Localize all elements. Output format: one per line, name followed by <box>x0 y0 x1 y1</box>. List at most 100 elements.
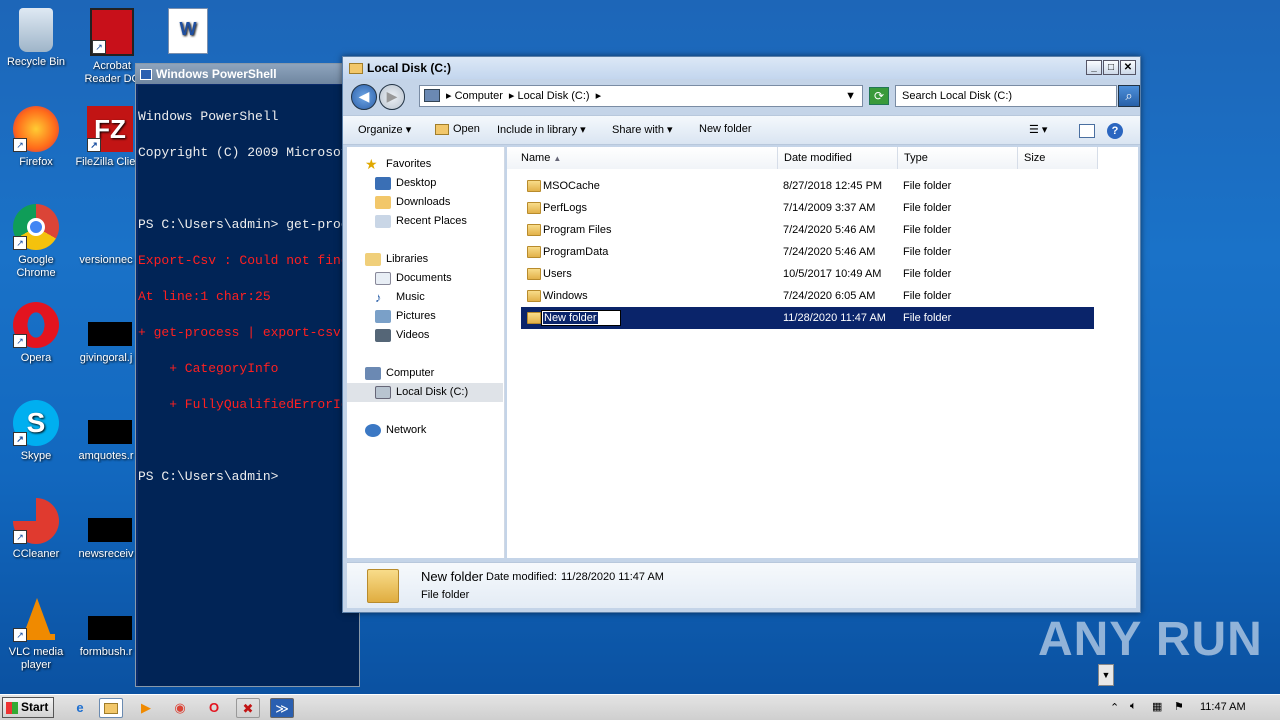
folder-icon <box>527 202 541 214</box>
breadcrumb-chevron-icon[interactable]: ▸ <box>446 90 455 102</box>
explorer-taskbar-icon[interactable] <box>99 698 123 718</box>
details-pane: New folder Date modified: 11/28/2020 11:… <box>347 562 1136 608</box>
view-options-icon[interactable]: ☰ ▾ <box>1029 123 1047 136</box>
file-row-selected[interactable]: New folder 11/28/2020 11:47 AM File folder <box>521 307 1094 329</box>
refresh-button[interactable]: ⟳ <box>869 87 889 105</box>
nav-network[interactable]: Network <box>365 421 521 440</box>
filezilla-icon: FZ ↗ <box>87 106 133 152</box>
search-icon[interactable]: ⌕ <box>1118 85 1140 107</box>
nav-favorites[interactable]: ★ Favorites <box>365 155 521 174</box>
include-in-library-button[interactable]: Include in library ▾ <box>497 123 586 136</box>
desktop-icon-recycle-bin[interactable]: Recycle Bin <box>0 8 72 69</box>
file-row[interactable]: Windows 7/24/2020 6:05 AM File folder <box>521 285 1094 307</box>
desktop-icon-firefox[interactable]: ↗ Firefox <box>0 106 72 169</box>
address-dropdown-icon[interactable]: ▼ <box>845 86 856 106</box>
start-button[interactable]: Start <box>2 697 54 718</box>
opera-taskbar-icon[interactable]: O <box>202 698 226 718</box>
desktop-icon-word-doc[interactable]: W <box>152 8 224 58</box>
column-header-date-modified[interactable]: Date modified <box>778 147 898 169</box>
file-row[interactable]: Program Files 7/24/2020 5:46 AM File folde… <box>521 219 1094 241</box>
breadcrumb-computer[interactable]: Computer <box>455 90 503 102</box>
close-button[interactable]: ✕ <box>1120 60 1136 75</box>
column-header-name[interactable]: Name ▲ <box>507 147 778 169</box>
forward-button[interactable]: ▶ <box>379 84 405 110</box>
desktop-icon-chrome[interactable]: ↗ Google Chrome <box>0 204 72 280</box>
file-icon <box>83 204 129 250</box>
computer-icon <box>365 366 381 380</box>
nav-libraries[interactable]: Libraries <box>365 250 521 269</box>
file-row[interactable]: PerfLogs 7/14/2009 3:37 AM File folder <box>521 197 1094 219</box>
back-button[interactable]: ◀ <box>351 84 377 110</box>
desktop-icon-versionnec[interactable]: versionnec <box>70 204 142 267</box>
rename-input[interactable]: New folder <box>541 310 621 326</box>
desktop-icon-ccleaner[interactable]: ↗ CCleaner <box>0 498 72 561</box>
media-player-icon[interactable]: ▶ <box>134 698 158 718</box>
powershell-console[interactable]: Windows PowerShell Copyright (C) 2009 Mi… <box>138 85 359 686</box>
explorer-window[interactable]: Local Disk (C:) _ □ ✕ ◀ ▶ ▸ Computer ▸ Lo… <box>342 56 1141 613</box>
sort-ascending-icon: ▲ <box>553 154 562 163</box>
nav-computer[interactable]: Computer <box>365 364 521 383</box>
chrome-taskbar-icon[interactable]: ◉ <box>168 698 192 718</box>
powershell-taskbar-icon[interactable]: ≫ <box>270 698 294 718</box>
skype-icon: S ↗ <box>13 400 59 446</box>
help-icon[interactable]: ? <box>1107 123 1123 139</box>
action-center-flag-icon[interactable]: ⚑ <box>1174 700 1184 713</box>
column-header-size[interactable]: Size <box>1018 147 1098 169</box>
redacted-icon <box>88 322 132 346</box>
console-line: Copyright (C) 2009 Microsoft Corporation… <box>138 145 357 160</box>
network-icon <box>365 423 381 437</box>
file-row[interactable]: MSOCache 8/27/2018 12:45 PM File folder <box>521 175 1094 197</box>
desktop-icon-label: newsreceiv <box>78 548 134 560</box>
music-icon: ♪ <box>375 289 382 305</box>
maximize-button[interactable]: □ <box>1103 60 1119 75</box>
breadcrumb-chevron-icon[interactable]: ▸ <box>596 90 602 102</box>
share-with-button[interactable]: Share with ▾ <box>612 123 673 136</box>
file-row[interactable]: ProgramData 7/24/2020 5:46 AM File folder <box>521 241 1094 263</box>
console-line: PS C:\Users\admin> get-process <box>138 217 359 232</box>
desktop-icon-label: formbush.r <box>79 646 133 658</box>
firefox-icon: ↗ <box>13 106 59 152</box>
folder-icon <box>527 290 541 302</box>
folder-icon <box>527 246 541 258</box>
address-bar[interactable]: ▸ Computer ▸ Local Disk (C:) ▸ ▼ <box>419 85 863 107</box>
app-taskbar-icon[interactable]: ✖ <box>236 698 260 718</box>
minimize-button[interactable]: _ <box>1086 60 1102 75</box>
tray-expand-icon[interactable]: ⌃ <box>1110 701 1119 714</box>
powershell-window[interactable]: Windows PowerShell Windows PowerShell Co… <box>135 63 360 687</box>
folder-icon <box>527 180 541 192</box>
powershell-scroll-down-button[interactable]: ▼ <box>1098 664 1114 686</box>
network-tray-icon[interactable]: ▦ <box>1152 700 1162 713</box>
desktop-icon-label: Firefox <box>19 156 53 168</box>
search-input[interactable]: Search Local Disk (C:) ⌕ <box>895 85 1140 107</box>
volume-icon[interactable]: 🔈︎ <box>1130 700 1137 713</box>
navigation-pane: ★ Favorites Desktop Downloads Recent Plac… <box>347 147 505 558</box>
file-row[interactable]: Users 10/5/2017 10:49 AM File folder <box>521 263 1094 285</box>
desktop-icon-label: givingoral.j <box>79 352 133 364</box>
redacted-icon <box>88 616 132 640</box>
command-bar: Organize ▾ Open Include in library ▾ Sha… <box>343 115 1140 145</box>
new-folder-button[interactable]: New folder <box>699 123 752 135</box>
folder-icon <box>527 224 541 236</box>
opera-icon: ↗ <box>13 302 59 348</box>
desktop-icon-skype[interactable]: S ↗ Skype <box>0 400 72 463</box>
folder-icon <box>367 569 399 603</box>
console-error-line: At line:1 char:25 <box>138 289 271 304</box>
clock[interactable]: 11:47 AM <box>1200 701 1246 713</box>
desktop-icon-label: amquotes.r <box>78 450 134 462</box>
desktop-icon-opera[interactable]: ↗ Opera <box>0 302 72 365</box>
preview-pane-icon[interactable] <box>1079 124 1095 138</box>
organize-button[interactable]: Organize ▾ <box>358 123 411 136</box>
powershell-title-bar[interactable]: Windows PowerShell <box>136 64 359 84</box>
explorer-title-bar[interactable]: Local Disk (C:) _ □ ✕ <box>343 57 1140 79</box>
breadcrumb-local-disk[interactable]: Local Disk (C:) <box>517 90 589 102</box>
ccleaner-icon: ↗ <box>13 498 59 544</box>
nav-local-disk[interactable]: Local Disk (C:) <box>347 383 503 402</box>
desktop-icon-vlc[interactable]: ↗ VLC media player <box>0 596 72 672</box>
column-header-type[interactable]: Type <box>898 147 1018 169</box>
internet-explorer-icon[interactable]: e <box>68 698 92 718</box>
downloads-icon <box>375 195 391 209</box>
open-button[interactable]: Open <box>435 123 480 135</box>
details-name: New folder <box>421 569 484 584</box>
console-error-line: Export-Csv : Could not find <box>138 253 349 268</box>
